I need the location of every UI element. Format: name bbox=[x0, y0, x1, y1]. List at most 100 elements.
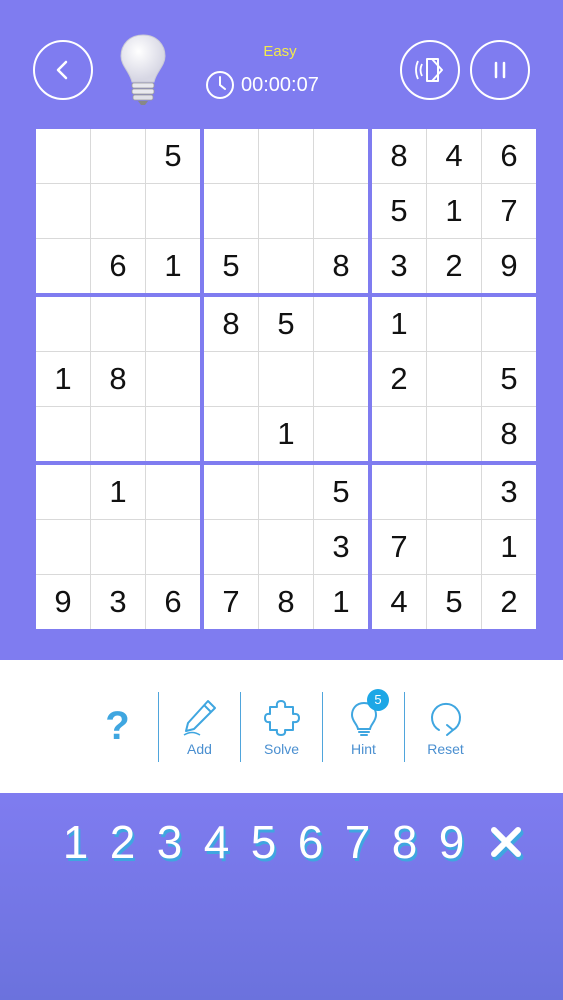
sudoku-cell[interactable]: 1 bbox=[91, 465, 145, 519]
sudoku-cell[interactable] bbox=[36, 520, 90, 574]
sudoku-cell[interactable]: 5 bbox=[482, 352, 536, 406]
number-button-1[interactable]: 1 bbox=[52, 815, 99, 869]
sudoku-cell[interactable] bbox=[36, 129, 90, 183]
sudoku-cell[interactable] bbox=[146, 407, 200, 461]
sudoku-cell[interactable] bbox=[314, 297, 368, 351]
help-button[interactable]: ? bbox=[77, 691, 158, 763]
sudoku-cell[interactable] bbox=[259, 352, 313, 406]
sudoku-cell[interactable]: 5 bbox=[146, 129, 200, 183]
number-button-5[interactable]: 5 bbox=[240, 815, 287, 869]
sudoku-cell[interactable]: 1 bbox=[314, 575, 368, 629]
sudoku-cell[interactable] bbox=[314, 129, 368, 183]
solve-button[interactable]: Solve bbox=[241, 691, 322, 763]
sudoku-cell[interactable] bbox=[259, 465, 313, 519]
sudoku-cell[interactable] bbox=[36, 407, 90, 461]
sudoku-cell[interactable]: 9 bbox=[482, 239, 536, 293]
sudoku-cell[interactable] bbox=[204, 520, 258, 574]
hint-button[interactable]: 5 Hint bbox=[323, 688, 404, 763]
sudoku-cell[interactable] bbox=[372, 407, 426, 461]
sudoku-cell[interactable]: 6 bbox=[482, 129, 536, 183]
sudoku-cell[interactable] bbox=[314, 184, 368, 238]
sudoku-cell[interactable]: 2 bbox=[372, 352, 426, 406]
sudoku-cell[interactable] bbox=[36, 465, 90, 519]
sudoku-cell[interactable]: 3 bbox=[372, 239, 426, 293]
sudoku-cell[interactable] bbox=[427, 520, 481, 574]
sudoku-cell[interactable] bbox=[91, 407, 145, 461]
sudoku-cell[interactable] bbox=[204, 129, 258, 183]
sudoku-cell[interactable]: 2 bbox=[427, 239, 481, 293]
sudoku-cell[interactable] bbox=[259, 129, 313, 183]
add-button[interactable]: Add bbox=[159, 691, 240, 763]
number-button-4[interactable]: 4 bbox=[193, 815, 240, 869]
sudoku-cell[interactable]: 6 bbox=[91, 239, 145, 293]
sudoku-cell[interactable] bbox=[36, 184, 90, 238]
sudoku-cell[interactable]: 8 bbox=[259, 575, 313, 629]
sudoku-cell[interactable]: 8 bbox=[372, 129, 426, 183]
sudoku-cell[interactable] bbox=[314, 407, 368, 461]
sudoku-cell[interactable] bbox=[91, 184, 145, 238]
sudoku-cell[interactable]: 1 bbox=[259, 407, 313, 461]
sudoku-cell[interactable]: 5 bbox=[204, 239, 258, 293]
sudoku-cell[interactable]: 5 bbox=[314, 465, 368, 519]
sudoku-cell[interactable]: 8 bbox=[204, 297, 258, 351]
sudoku-cell[interactable] bbox=[146, 465, 200, 519]
sudoku-cell[interactable] bbox=[204, 465, 258, 519]
sudoku-cell[interactable] bbox=[482, 297, 536, 351]
sudoku-cell[interactable] bbox=[259, 184, 313, 238]
sudoku-cell[interactable] bbox=[204, 184, 258, 238]
sudoku-cell[interactable]: 5 bbox=[427, 575, 481, 629]
erase-button[interactable] bbox=[481, 817, 531, 867]
sudoku-cell[interactable] bbox=[259, 239, 313, 293]
back-button[interactable] bbox=[33, 40, 93, 100]
number-button-7[interactable]: 7 bbox=[334, 815, 381, 869]
sudoku-cell[interactable]: 1 bbox=[146, 239, 200, 293]
sudoku-cell[interactable] bbox=[204, 407, 258, 461]
sudoku-cell[interactable]: 7 bbox=[372, 520, 426, 574]
number-button-6[interactable]: 6 bbox=[287, 815, 334, 869]
sudoku-cell[interactable] bbox=[259, 520, 313, 574]
sudoku-cell[interactable] bbox=[427, 297, 481, 351]
sudoku-cell[interactable]: 1 bbox=[372, 297, 426, 351]
sudoku-cell[interactable] bbox=[91, 297, 145, 351]
number-button-8[interactable]: 8 bbox=[381, 815, 428, 869]
sudoku-cell[interactable] bbox=[146, 352, 200, 406]
sudoku-cell[interactable] bbox=[314, 352, 368, 406]
sudoku-cell[interactable]: 5 bbox=[259, 297, 313, 351]
sound-button[interactable] bbox=[400, 40, 460, 100]
number-button-2[interactable]: 2 bbox=[99, 815, 146, 869]
sudoku-cell[interactable] bbox=[204, 352, 258, 406]
sudoku-cell[interactable]: 5 bbox=[372, 184, 426, 238]
sudoku-cell[interactable]: 1 bbox=[36, 352, 90, 406]
sudoku-cell[interactable]: 7 bbox=[204, 575, 258, 629]
sudoku-cell[interactable]: 8 bbox=[314, 239, 368, 293]
sudoku-cell[interactable]: 3 bbox=[314, 520, 368, 574]
lightbulb-icon[interactable] bbox=[118, 32, 168, 106]
sudoku-cell[interactable]: 3 bbox=[482, 465, 536, 519]
number-button-3[interactable]: 3 bbox=[146, 815, 193, 869]
sudoku-cell[interactable] bbox=[146, 520, 200, 574]
sudoku-cell[interactable]: 7 bbox=[482, 184, 536, 238]
sudoku-cell[interactable] bbox=[427, 465, 481, 519]
sudoku-cell[interactable]: 8 bbox=[482, 407, 536, 461]
sudoku-cell[interactable] bbox=[91, 129, 145, 183]
sudoku-cell[interactable]: 1 bbox=[482, 520, 536, 574]
sudoku-cell[interactable]: 1 bbox=[427, 184, 481, 238]
sudoku-cell[interactable]: 4 bbox=[427, 129, 481, 183]
sudoku-cell[interactable] bbox=[146, 184, 200, 238]
sudoku-cell[interactable]: 9 bbox=[36, 575, 90, 629]
sudoku-cell[interactable]: 6 bbox=[146, 575, 200, 629]
number-button-9[interactable]: 9 bbox=[428, 815, 475, 869]
sudoku-cell[interactable]: 3 bbox=[91, 575, 145, 629]
sudoku-cell[interactable] bbox=[36, 297, 90, 351]
sudoku-cell[interactable] bbox=[146, 297, 200, 351]
sudoku-cell[interactable] bbox=[427, 352, 481, 406]
sudoku-cell[interactable]: 2 bbox=[482, 575, 536, 629]
sudoku-cell[interactable]: 4 bbox=[372, 575, 426, 629]
sudoku-cell[interactable] bbox=[91, 520, 145, 574]
sudoku-cell[interactable] bbox=[36, 239, 90, 293]
reset-button[interactable]: Reset bbox=[405, 691, 486, 763]
pause-button[interactable] bbox=[470, 40, 530, 100]
sudoku-cell[interactable]: 8 bbox=[91, 352, 145, 406]
sudoku-cell[interactable] bbox=[427, 407, 481, 461]
sudoku-cell[interactable] bbox=[372, 465, 426, 519]
